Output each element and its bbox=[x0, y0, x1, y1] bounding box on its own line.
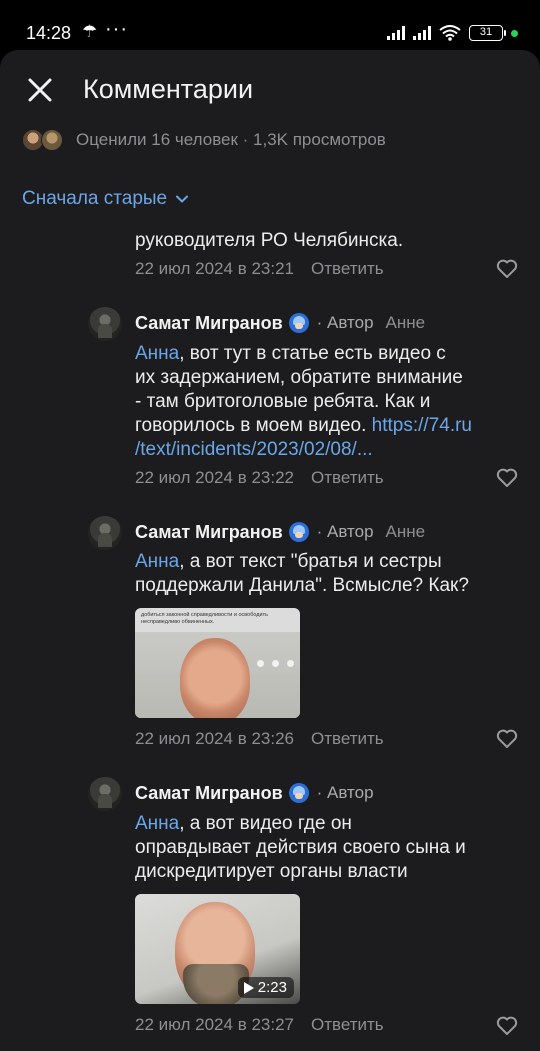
url-link[interactable]: /text/incidents/2023/02/08/... bbox=[135, 438, 472, 462]
comment-date: 22 июл 2024 в 23:26 bbox=[135, 729, 294, 748]
mention-link[interactable]: Анна bbox=[135, 551, 179, 572]
reply-button[interactable]: Ответить bbox=[311, 729, 384, 749]
privacy-indicator bbox=[511, 29, 518, 37]
comment-line: говорилось в моем видео. bbox=[135, 415, 372, 436]
comment-author-row: Самат Мигранов · Автор Анне bbox=[135, 310, 425, 336]
attached-video[interactable]: 2:23 bbox=[135, 894, 300, 1004]
comments-sheet: Комментарии Оценили 16 человек · 1,3K пр… bbox=[0, 50, 540, 1051]
reply-to: Анне bbox=[385, 522, 426, 541]
author-tag: · Автор bbox=[316, 313, 374, 332]
stats-text: Оценили 16 человек · 1,3K просмотров bbox=[76, 130, 386, 149]
liked-avatars bbox=[22, 129, 68, 151]
status-icons: 31 bbox=[387, 25, 518, 41]
comment-line: , а вот видео где он bbox=[179, 813, 352, 834]
comment-line: , вот тут в статье есть видео с bbox=[179, 343, 446, 364]
comment-date: 22 июл 2024 в 23:21 bbox=[135, 259, 294, 278]
comment-author-row: Самат Мигранов · Автор bbox=[135, 780, 374, 806]
comment-meta: 22 июл 2024 в 23:26 Ответить bbox=[135, 728, 384, 750]
comment-line: , а вот текст "братья и сестры bbox=[179, 551, 442, 572]
signal-icon-2 bbox=[413, 26, 431, 40]
comment-meta: 22 июл 2024 в 23:21 Ответить bbox=[135, 258, 384, 280]
author-badge-icon bbox=[288, 783, 309, 803]
author-tag: · Автор bbox=[316, 522, 374, 541]
comment-author-row: Самат Мигранов · Автор Анне bbox=[135, 519, 425, 545]
umbrella-icon: ☂ bbox=[82, 22, 98, 41]
author-tag: · Автор bbox=[316, 783, 374, 802]
close-icon bbox=[28, 78, 52, 102]
comment-meta: 22 июл 2024 в 23:22 Ответить bbox=[135, 467, 384, 489]
author-badge-icon bbox=[288, 313, 309, 333]
comment-text: Анна, а вот видео где он оправдывает дей… bbox=[135, 812, 466, 884]
more-notifications-icon: ··· bbox=[105, 18, 128, 40]
page-title: Комментарии bbox=[83, 74, 254, 104]
status-time: 14:28 bbox=[26, 23, 72, 43]
mention-link[interactable]: Анна bbox=[135, 343, 179, 364]
status-bar: 14:28 ☂ ··· 31 bbox=[0, 0, 540, 50]
mention-link[interactable]: Анна bbox=[135, 813, 179, 834]
stats-row[interactable]: Оценили 16 человек · 1,3K просмотров bbox=[22, 128, 386, 152]
avatar[interactable] bbox=[88, 777, 122, 811]
like-heart-icon[interactable] bbox=[496, 259, 518, 279]
comment-line: оправдывает действия своего сына и bbox=[135, 837, 466, 858]
sort-label: Сначала старые bbox=[22, 188, 168, 209]
avatar bbox=[41, 129, 63, 151]
wifi-icon bbox=[439, 25, 461, 41]
play-icon bbox=[243, 981, 254, 994]
comment-line: дискредитирует органы власти bbox=[135, 861, 408, 882]
reply-button[interactable]: Ответить bbox=[311, 259, 384, 279]
video-duration: 2:23 bbox=[257, 979, 287, 996]
reply-button[interactable]: Ответить bbox=[311, 1015, 384, 1035]
image-caption: добиться законной справедливости и освоб… bbox=[141, 612, 268, 625]
person-face bbox=[180, 638, 250, 718]
comment-date: 22 июл 2024 в 23:22 bbox=[135, 468, 294, 487]
video-duration-badge: 2:23 bbox=[237, 977, 294, 998]
author-badge-icon bbox=[288, 522, 309, 542]
comment-text: Анна, а вот текст "братья и сестры подде… bbox=[135, 550, 469, 598]
signal-icon bbox=[387, 26, 405, 40]
url-link[interactable]: https://74.ru bbox=[372, 415, 472, 436]
avatar[interactable] bbox=[88, 516, 122, 550]
author-name[interactable]: Самат Мигранов bbox=[135, 522, 283, 543]
comment-text: руководителя РО Челябинска. bbox=[135, 230, 404, 251]
chevron-down-icon bbox=[176, 195, 189, 203]
reply-button[interactable]: Ответить bbox=[311, 468, 384, 488]
comment-meta: 22 июл 2024 в 23:27 Ответить bbox=[135, 1014, 384, 1036]
reply-to: Анне bbox=[385, 313, 426, 332]
avatar[interactable] bbox=[88, 307, 122, 341]
comment-line: - там бритоголовые ребята. Как и bbox=[135, 391, 431, 412]
author-name[interactable]: Самат Мигранов bbox=[135, 783, 283, 804]
comment-text: Анна, вот тут в статье есть видео с их з… bbox=[135, 342, 472, 462]
player-controls bbox=[257, 660, 294, 667]
close-button[interactable] bbox=[26, 76, 54, 104]
sort-dropdown[interactable]: Сначала старые bbox=[22, 188, 189, 210]
attached-image[interactable]: добиться законной справедливости и освоб… bbox=[135, 608, 300, 718]
comment-date: 22 июл 2024 в 23:27 bbox=[135, 1015, 294, 1034]
comment-line: поддержали Данила". Всмысле? Как? bbox=[135, 575, 469, 596]
like-heart-icon[interactable] bbox=[496, 468, 518, 488]
author-name[interactable]: Самат Мигранов bbox=[135, 313, 283, 334]
like-heart-icon[interactable] bbox=[496, 1016, 518, 1036]
comment-line: их задержанием, обратите внимание bbox=[135, 367, 463, 388]
like-heart-icon[interactable] bbox=[496, 729, 518, 749]
battery-icon: 31 bbox=[469, 25, 506, 41]
